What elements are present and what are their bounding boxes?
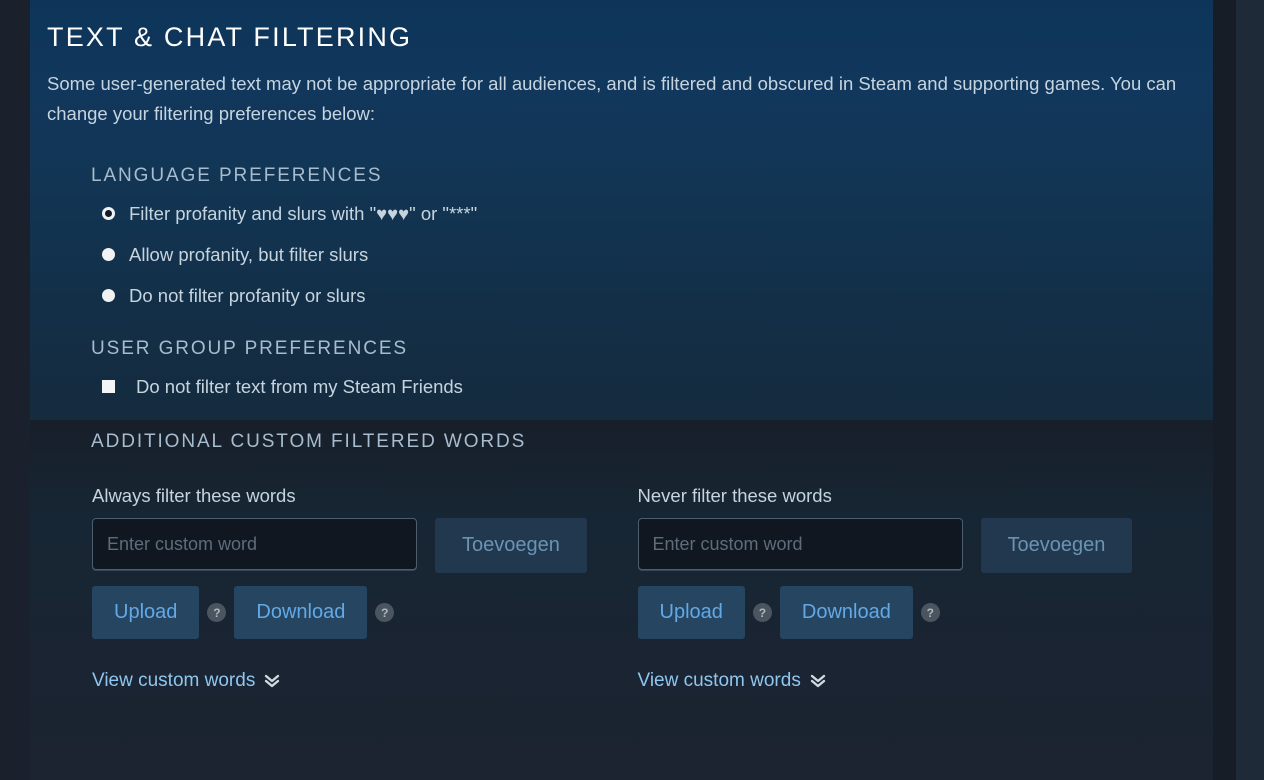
radio-option-filter-profanity-and-slurs[interactable]: Filter profanity and slurs with "♥♥♥" or…: [91, 193, 1183, 234]
help-icon[interactable]: ?: [207, 603, 227, 622]
vertical-scrollbar[interactable]: [1236, 0, 1264, 780]
view-custom-words-link[interactable]: View custom words: [638, 670, 826, 692]
page-intro: Some user-generated text may not be appr…: [47, 73, 1177, 124]
help-icon[interactable]: ?: [920, 603, 940, 622]
download-button[interactable]: Download: [234, 586, 368, 639]
radio-option-label: Do not filter profanity or slurs: [129, 284, 366, 306]
add-word-row: Toevoegen: [637, 518, 1184, 573]
checkbox-icon[interactable]: [102, 380, 115, 393]
add-word-row: Toevoegen: [92, 518, 638, 573]
add-word-button[interactable]: Toevoegen: [980, 518, 1133, 573]
app-root: TEXT & CHAT FILTERING Some user-generate…: [0, 0, 1264, 780]
radio-option-do-not-filter[interactable]: Do not filter profanity or slurs: [91, 275, 1183, 316]
custom-words-column-never: Never filter these words Toevoegen Uploa…: [637, 485, 1184, 692]
upload-button[interactable]: Upload: [637, 586, 745, 639]
radio-icon[interactable]: [102, 248, 115, 261]
view-custom-words-label: View custom words: [92, 670, 256, 691]
language-preferences-heading: LANGUAGE PREFERENCES: [91, 165, 383, 186]
checkbox-option-label: Do not filter text from my Steam Friends: [136, 375, 463, 397]
radio-option-label: Allow profanity, but filter slurs: [129, 243, 369, 265]
column-label: Never filter these words: [637, 485, 832, 506]
custom-words-columns: Always filter these words Toevoegen Uplo…: [91, 485, 1183, 692]
custom-word-input[interactable]: [92, 518, 417, 570]
page-title: TEXT & CHAT FILTERING: [47, 22, 413, 52]
radio-icon-selected[interactable]: [102, 207, 115, 220]
view-custom-words-link[interactable]: View custom words: [92, 670, 280, 692]
left-gutter: [0, 0, 30, 780]
help-icon[interactable]: ?: [375, 603, 395, 622]
custom-words-heading: ADDITIONAL CUSTOM FILTERED WORDS: [91, 431, 527, 452]
checkbox-option-do-not-filter-friends[interactable]: Do not filter text from my Steam Friends: [91, 366, 1183, 407]
custom-word-input[interactable]: [637, 518, 963, 570]
radio-icon[interactable]: [102, 289, 115, 302]
view-custom-words-label: View custom words: [637, 670, 801, 691]
upload-download-row: Upload ? Download ?: [637, 586, 1184, 639]
upload-download-row: Upload ? Download ?: [92, 586, 638, 639]
add-word-button[interactable]: Toevoegen: [435, 518, 587, 573]
user-group-preferences-heading: USER GROUP PREFERENCES: [91, 338, 409, 359]
help-icon[interactable]: ?: [752, 603, 772, 622]
upload-button[interactable]: Upload: [92, 586, 200, 639]
right-gutter: [1213, 0, 1236, 780]
radio-option-allow-profanity-filter-slurs[interactable]: Allow profanity, but filter slurs: [91, 234, 1183, 275]
download-button[interactable]: Download: [779, 586, 913, 639]
preferences-body: LANGUAGE PREFERENCES Filter profanity an…: [47, 129, 1183, 692]
custom-words-column-always: Always filter these words Toevoegen Uplo…: [92, 485, 638, 692]
chevron-double-down-icon: [264, 674, 280, 688]
radio-option-label: Filter profanity and slurs with "♥♥♥" or…: [129, 202, 478, 224]
settings-panel: TEXT & CHAT FILTERING Some user-generate…: [30, 0, 1213, 780]
chevron-double-down-icon: [810, 674, 826, 688]
column-label: Always filter these words: [92, 485, 296, 506]
